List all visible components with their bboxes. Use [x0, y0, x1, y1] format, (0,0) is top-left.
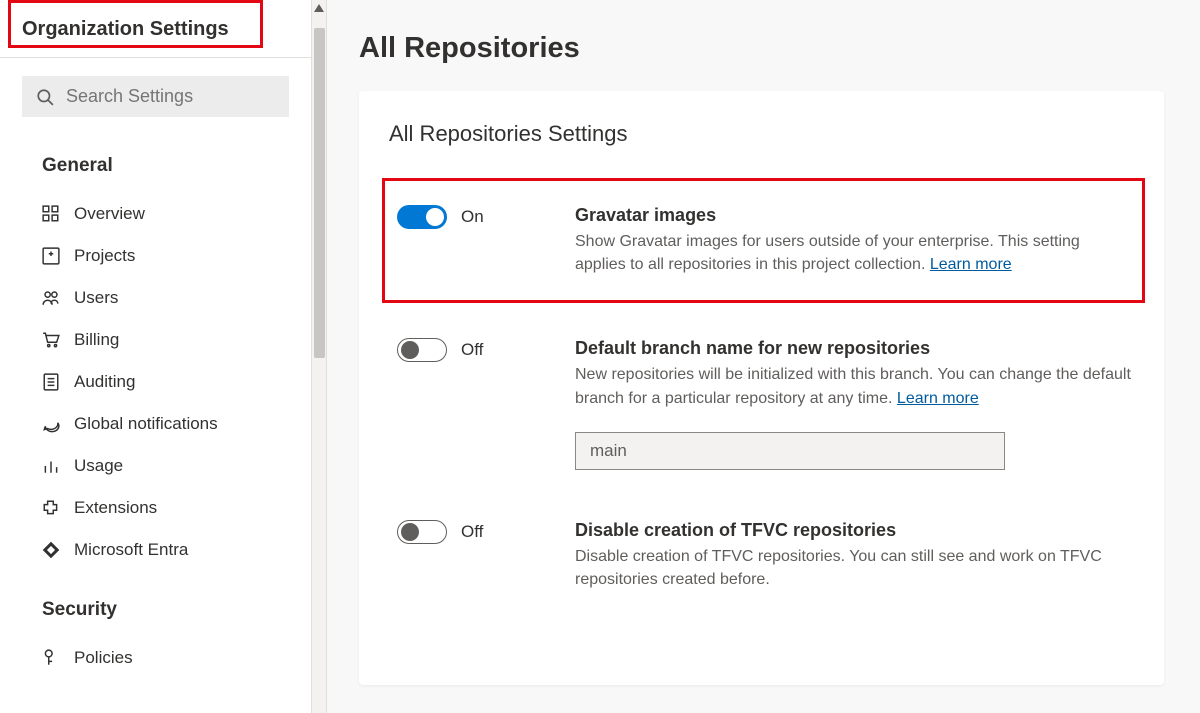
- sidebar-item-policies[interactable]: Policies: [36, 637, 275, 679]
- key-icon: [42, 649, 60, 667]
- sidebar-item-label: Microsoft Entra: [74, 540, 188, 560]
- toggle-state-label: Off: [461, 340, 483, 360]
- search-input[interactable]: [66, 86, 275, 107]
- chat-icon: [42, 415, 60, 433]
- nav-list-general: Overview Projects Users Billing Auditing…: [0, 183, 311, 571]
- toggle-group: On: [389, 205, 549, 229]
- diamond-icon: [42, 541, 60, 559]
- setting-description: Disable creation of TFVC repositories. Y…: [575, 545, 1134, 591]
- nav-section-general: General: [0, 127, 311, 183]
- sidebar-item-extensions[interactable]: Extensions: [36, 487, 275, 529]
- sidebar-title: Organization Settings: [0, 0, 311, 58]
- sidebar-item-label: Extensions: [74, 498, 157, 518]
- main-content: All Repositories All Repositories Settin…: [327, 0, 1200, 713]
- setting-title: Default branch name for new repositories: [575, 338, 1134, 359]
- sidebar-item-label: Billing: [74, 330, 119, 350]
- nav-section-security: Security: [0, 571, 311, 627]
- sidebar: Organization Settings General Overview P…: [0, 0, 327, 713]
- toggle-state-label: Off: [461, 522, 483, 542]
- toggle-disable-tfvc[interactable]: [397, 520, 447, 544]
- sidebar-item-label: Overview: [74, 204, 145, 224]
- sidebar-item-users[interactable]: Users: [36, 277, 275, 319]
- grid-icon: [42, 205, 60, 223]
- sidebar-item-label: Policies: [74, 648, 133, 668]
- setting-description: Show Gravatar images for users outside o…: [575, 230, 1128, 276]
- cart-icon: [42, 331, 60, 349]
- scrollbar-thumb[interactable]: [314, 28, 325, 358]
- sidebar-item-label: Projects: [74, 246, 135, 266]
- sidebar-item-projects[interactable]: Projects: [36, 235, 275, 277]
- settings-card: All Repositories Settings On Gravatar im…: [359, 91, 1164, 685]
- setting-title: Disable creation of TFVC repositories: [575, 520, 1134, 541]
- chart-icon: [42, 457, 60, 475]
- search-icon: [36, 88, 54, 106]
- setting-disable-tfvc: Off Disable creation of TFVC repositorie…: [389, 504, 1134, 625]
- setting-title: Gravatar images: [575, 205, 1128, 226]
- sidebar-item-global-notifications[interactable]: Global notifications: [36, 403, 275, 445]
- toggle-gravatar[interactable]: [397, 205, 447, 229]
- learn-more-link[interactable]: Learn more: [930, 256, 1012, 273]
- sidebar-item-microsoft-entra[interactable]: Microsoft Entra: [36, 529, 275, 571]
- sidebar-item-label: Users: [74, 288, 118, 308]
- default-branch-input[interactable]: [575, 432, 1005, 470]
- users-icon: [42, 289, 60, 307]
- search-box[interactable]: [22, 76, 289, 117]
- page-title: All Repositories: [359, 32, 1164, 65]
- nav-list-security: Policies: [0, 627, 311, 679]
- sidebar-item-billing[interactable]: Billing: [36, 319, 275, 361]
- card-title: All Repositories Settings: [389, 121, 1134, 147]
- toggle-state-label: On: [461, 207, 484, 227]
- sidebar-item-auditing[interactable]: Auditing: [36, 361, 275, 403]
- sidebar-item-label: Usage: [74, 456, 123, 476]
- setting-default-branch: Off Default branch name for new reposito…: [389, 322, 1134, 503]
- puzzle-icon: [42, 499, 60, 517]
- sidebar-item-label: Global notifications: [74, 414, 218, 434]
- toggle-default-branch[interactable]: [397, 338, 447, 362]
- toggle-group: Off: [389, 520, 549, 544]
- setting-description: New repositories will be initialized wit…: [575, 363, 1134, 409]
- toggle-group: Off: [389, 338, 549, 362]
- list-icon: [42, 373, 60, 391]
- scrollbar[interactable]: [311, 0, 326, 713]
- plus-box-icon: [42, 247, 60, 265]
- sidebar-item-overview[interactable]: Overview: [36, 193, 275, 235]
- sidebar-item-label: Auditing: [74, 372, 135, 392]
- sidebar-item-usage[interactable]: Usage: [36, 445, 275, 487]
- scroll-up-icon[interactable]: [314, 4, 324, 12]
- setting-gravatar: On Gravatar images Show Gravatar images …: [383, 179, 1144, 302]
- search-wrap: [0, 58, 311, 127]
- learn-more-link[interactable]: Learn more: [897, 390, 979, 407]
